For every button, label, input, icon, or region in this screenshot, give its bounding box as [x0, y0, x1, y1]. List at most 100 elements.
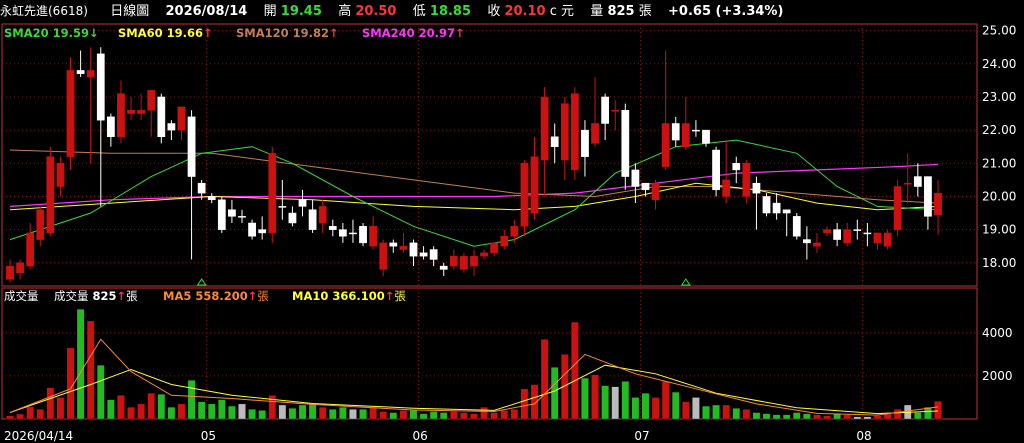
sma120-line — [9, 149, 939, 204]
sma60-legend: SMA60 19.66↑ — [118, 26, 213, 40]
volume-bar — [671, 391, 680, 420]
candle-body — [712, 149, 720, 191]
stock-name[interactable]: 永虹先進(6618) — [0, 4, 88, 18]
price-tick-label: 21.00 — [982, 156, 1016, 170]
volume-bar — [702, 405, 710, 420]
price-tick-label: 18.00 — [982, 256, 1016, 270]
candle-body — [338, 229, 347, 237]
volume-bar — [157, 394, 166, 420]
candle-body — [540, 96, 549, 161]
candle-body — [117, 93, 125, 138]
candle-body — [823, 229, 831, 234]
volume-bar — [661, 381, 670, 420]
volume-bar — [36, 409, 45, 420]
candlesticks — [6, 47, 942, 283]
candle-body — [934, 192, 942, 215]
volume-bar — [167, 407, 176, 420]
candle-body — [601, 96, 610, 124]
volume-bar — [843, 414, 851, 420]
candle-body — [46, 156, 55, 234]
volume-bar — [439, 412, 448, 420]
candle-body — [530, 156, 539, 214]
gap-markers — [196, 278, 691, 286]
gap-marker — [680, 278, 691, 286]
candle-body — [470, 255, 478, 267]
open-label: 開 — [263, 4, 277, 19]
candle-body — [722, 179, 731, 197]
candle-body — [177, 106, 186, 131]
volume-value: 825 — [607, 4, 635, 19]
volume-bar — [187, 380, 196, 420]
volume-bar — [893, 409, 902, 420]
volume-bar — [137, 403, 145, 420]
volume-bar — [16, 413, 24, 420]
volume-bar — [621, 381, 630, 420]
candle-body — [903, 182, 912, 185]
volume-bar — [651, 397, 660, 420]
volume-bar — [56, 397, 65, 420]
candle-body — [833, 229, 842, 240]
candle-body — [762, 196, 771, 214]
price-tick-label: 19.00 — [982, 223, 1016, 237]
sma240-legend: SMA240 20.97↑ — [362, 26, 465, 40]
volume-bar — [308, 403, 317, 420]
candle-body — [782, 209, 791, 214]
candle-body — [863, 232, 872, 235]
date-label: 05 — [201, 429, 216, 443]
candle-body — [439, 265, 448, 270]
volume-bar — [460, 412, 468, 420]
volume-bar — [76, 309, 85, 420]
candle-body — [631, 169, 640, 187]
candle-body — [217, 199, 226, 230]
candle-body — [359, 226, 367, 244]
chart-type-label[interactable]: 日線圖 — [110, 4, 149, 19]
volume-bar — [450, 411, 458, 420]
volume-bar — [732, 408, 741, 420]
candle-body — [873, 232, 882, 244]
volume-bar — [863, 416, 872, 420]
candle-body — [66, 70, 75, 157]
candle-body — [570, 93, 579, 171]
volume-bars — [6, 309, 942, 420]
stock-chart[interactable]: 25.00 24.00 23.00 22.00 21.00 20.00 19.00 18.00… — [0, 22, 1024, 443]
volume-bar — [480, 407, 488, 420]
ma10-legend: MA10 366.100↑張 — [292, 289, 406, 303]
volume-label: 量 — [590, 4, 604, 19]
date-label: 07 — [634, 429, 649, 443]
volume-bar — [631, 397, 640, 420]
volume-bar — [520, 388, 529, 420]
candle-body — [76, 70, 85, 74]
close-label: 收 — [487, 4, 501, 19]
volume-bar — [510, 409, 519, 420]
candle-body — [137, 109, 146, 114]
candle-body — [298, 199, 307, 207]
volume-bar — [793, 412, 801, 420]
candle-body — [843, 229, 852, 244]
candle-body — [813, 242, 821, 247]
candle-body — [702, 129, 710, 144]
candle-body — [732, 163, 741, 171]
volume-bar — [278, 404, 287, 420]
volume-bar — [238, 403, 246, 420]
volume-bar — [762, 413, 771, 420]
volume-bar — [177, 403, 186, 420]
volume-bar — [813, 414, 821, 420]
volume-bar — [288, 408, 297, 420]
volume-bar — [369, 407, 377, 420]
candle-body — [268, 153, 277, 234]
ma5-legend: MA5 558.200↑張 — [163, 289, 269, 303]
candle-body — [692, 129, 700, 132]
volume-bar — [772, 414, 781, 420]
volume-bar — [853, 416, 862, 420]
volume-bar — [712, 404, 720, 420]
candle-body — [369, 226, 378, 247]
volume-bar — [329, 409, 337, 420]
candle-body — [641, 182, 650, 191]
candle-body — [318, 206, 327, 224]
candle-body — [460, 255, 468, 270]
volume-bar — [803, 413, 811, 420]
price-tick-label: 23.00 — [982, 90, 1016, 104]
date-label: 2026/04/14 — [4, 429, 73, 443]
stock-header: 永虹先進(6618) 日線圖 2026/08/14 開 19.45 高 20.5… — [0, 0, 1024, 22]
candle-body — [550, 136, 559, 147]
